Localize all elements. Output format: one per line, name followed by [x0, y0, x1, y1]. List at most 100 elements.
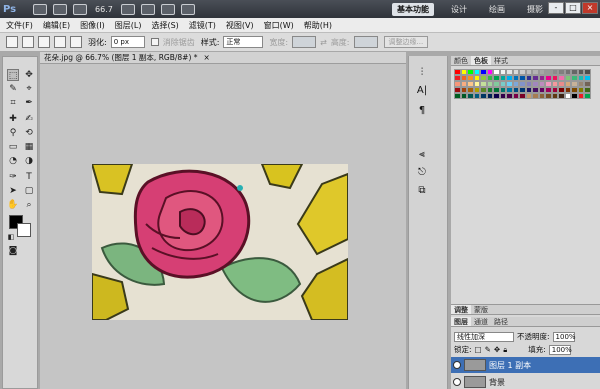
marquee-preset-icon[interactable]: [6, 36, 18, 48]
actions-panel-icon[interactable]: ⧉: [415, 184, 429, 198]
healing-brush-tool-icon[interactable]: ✚: [7, 113, 19, 125]
history-brush-tool-icon[interactable]: ⟲: [23, 127, 35, 139]
quick-selection-tool-icon[interactable]: ⌖: [23, 83, 35, 95]
layer-row-copy[interactable]: 图层 1 副本: [451, 357, 600, 373]
menu-filter[interactable]: 滤镜(T): [189, 20, 216, 31]
maximize-button[interactable]: □: [565, 2, 581, 14]
document-title: 花朵.jpg @ 66.7% (图层 1 副本, RGB/8#) *: [44, 53, 198, 62]
blur-tool-icon[interactable]: ◔: [7, 155, 19, 167]
history-panel-icon[interactable]: ⫶: [415, 66, 429, 80]
view-extras-icon[interactable]: [73, 3, 87, 15]
background-color-swatch[interactable]: [17, 223, 31, 237]
eraser-tool-icon[interactable]: ▭: [7, 141, 19, 153]
tab-styles[interactable]: 样式: [491, 56, 511, 65]
opacity-input[interactable]: 100%: [552, 331, 576, 342]
workspace-photography[interactable]: 摄影: [522, 3, 548, 16]
hand-tool-icon[interactable]: ✋: [7, 199, 19, 211]
menu-image[interactable]: 图像(I): [80, 20, 105, 31]
refine-edge-button[interactable]: 调整边缘...: [383, 36, 429, 48]
arrange-documents-icon[interactable]: [160, 3, 175, 15]
tab-paths[interactable]: 路径: [491, 317, 511, 326]
right-panels: 颜色 色板 样式 调整 蒙版 图层 通道 路径 线性加深 不透明度: 100% …: [451, 56, 600, 389]
menu-select[interactable]: 选择(S): [151, 20, 178, 31]
tab-adjustments[interactable]: 调整: [451, 305, 471, 314]
dodge-tool-icon[interactable]: ◑: [23, 155, 35, 167]
lock-position-icon[interactable]: ✥: [494, 345, 500, 354]
lock-label: 锁定:: [454, 345, 472, 354]
crop-tool-icon[interactable]: ⌗: [7, 97, 19, 109]
default-colors-icon[interactable]: ◧: [5, 231, 17, 243]
lasso-tool-icon[interactable]: ✎: [7, 83, 19, 95]
workspace-painting[interactable]: 绘画: [484, 3, 510, 16]
tab-channels[interactable]: 通道: [471, 317, 491, 326]
layer-name: 背景: [489, 377, 505, 387]
close-button[interactable]: ×: [582, 2, 598, 14]
path-selection-tool-icon[interactable]: ➤: [7, 185, 19, 197]
shape-tool-icon[interactable]: ▢: [23, 185, 35, 197]
width-input[interactable]: [292, 36, 317, 48]
visibility-eye-icon[interactable]: [453, 361, 461, 369]
bridge-icon[interactable]: [33, 3, 47, 15]
minimize-button[interactable]: -: [548, 2, 564, 14]
color-swatch[interactable]: [584, 93, 591, 99]
clone-stamp-tool-icon[interactable]: ⚲: [7, 127, 19, 139]
tab-color[interactable]: 颜色: [451, 56, 471, 65]
pen-tool-icon[interactable]: ✑: [7, 171, 19, 183]
quick-mask-icon[interactable]: ◙: [7, 245, 19, 257]
tab-layers[interactable]: 图层: [451, 317, 471, 326]
type-tool-icon[interactable]: T: [23, 171, 35, 183]
menu-view[interactable]: 视图(V): [226, 20, 254, 31]
lock-transparent-icon[interactable]: □: [475, 345, 482, 354]
layer-row-background[interactable]: 背景: [451, 374, 600, 389]
feather-input[interactable]: 0 px: [110, 36, 145, 48]
antialias-checkbox[interactable]: [150, 38, 159, 46]
adjust-panel-tabs: 调整 蒙版: [451, 305, 600, 315]
menu-window[interactable]: 窗口(W): [264, 20, 294, 31]
menu-file[interactable]: 文件(F): [6, 20, 33, 31]
workspace-design[interactable]: 设计: [446, 3, 472, 16]
rotate-view-icon[interactable]: [140, 3, 155, 15]
close-document-icon[interactable]: ×: [204, 53, 210, 62]
flower-image[interactable]: [92, 164, 348, 320]
lock-all-icon[interactable]: 🔒︎: [503, 345, 507, 355]
blend-mode-select[interactable]: 线性加深: [454, 331, 514, 342]
gradient-tool-icon[interactable]: ▦: [23, 141, 35, 153]
tab-swatches[interactable]: 色板: [471, 56, 491, 65]
workspace-essentials[interactable]: 基本功能: [392, 3, 434, 16]
photoshop-logo: Ps: [3, 3, 17, 15]
clone-source-icon[interactable]: ⎋: [415, 166, 429, 180]
new-selection-icon[interactable]: [22, 36, 34, 48]
minibridge-icon[interactable]: [53, 3, 67, 15]
hand-icon[interactable]: [120, 3, 135, 15]
eyedropper-tool-icon[interactable]: ✒: [23, 97, 35, 109]
visibility-eye-icon[interactable]: [453, 378, 461, 386]
tool-presets-icon[interactable]: ⫷: [415, 148, 429, 162]
brush-tool-icon[interactable]: ✍: [23, 113, 35, 125]
style-select[interactable]: 正常: [223, 36, 264, 48]
lock-pixels-icon[interactable]: ✎: [485, 345, 491, 354]
document-tab[interactable]: 花朵.jpg @ 66.7% (图层 1 副本, RGB/8#) * ×: [40, 52, 406, 64]
move-tool-icon[interactable]: ✥: [23, 69, 35, 81]
workspace-switcher: 基本功能 设计 绘画 摄影: [392, 3, 548, 16]
screen-mode-icon[interactable]: [180, 3, 195, 15]
fill-input[interactable]: 100%: [548, 344, 572, 355]
layer-thumbnail: [464, 376, 486, 388]
layers-panel: 调整 蒙版 图层 通道 路径 线性加深 不透明度: 100% 锁定: □ ✎ ✥…: [451, 304, 600, 389]
intersect-selection-icon[interactable]: [70, 36, 82, 48]
zoom-value[interactable]: 66.7: [95, 5, 113, 14]
canvas-area[interactable]: [40, 64, 406, 389]
swatches-grid: [454, 69, 594, 99]
menu-help[interactable]: 帮助(H): [304, 20, 332, 31]
height-input[interactable]: [353, 36, 378, 48]
tab-masks[interactable]: 蒙版: [471, 305, 491, 314]
zoom-tool-icon[interactable]: ⌕: [23, 199, 35, 211]
menu-edit[interactable]: 编辑(E): [43, 20, 70, 31]
menu-layer[interactable]: 图层(L): [115, 20, 142, 31]
subtract-selection-icon[interactable]: [54, 36, 66, 48]
rectangular-marquee-tool-icon[interactable]: ⬚: [7, 69, 19, 81]
paragraph-panel-icon[interactable]: ¶: [415, 104, 429, 118]
swap-icon[interactable]: ⇄: [320, 38, 327, 47]
height-label: 高度:: [330, 37, 350, 47]
add-selection-icon[interactable]: [38, 36, 50, 48]
character-panel-icon[interactable]: A|: [415, 84, 429, 98]
